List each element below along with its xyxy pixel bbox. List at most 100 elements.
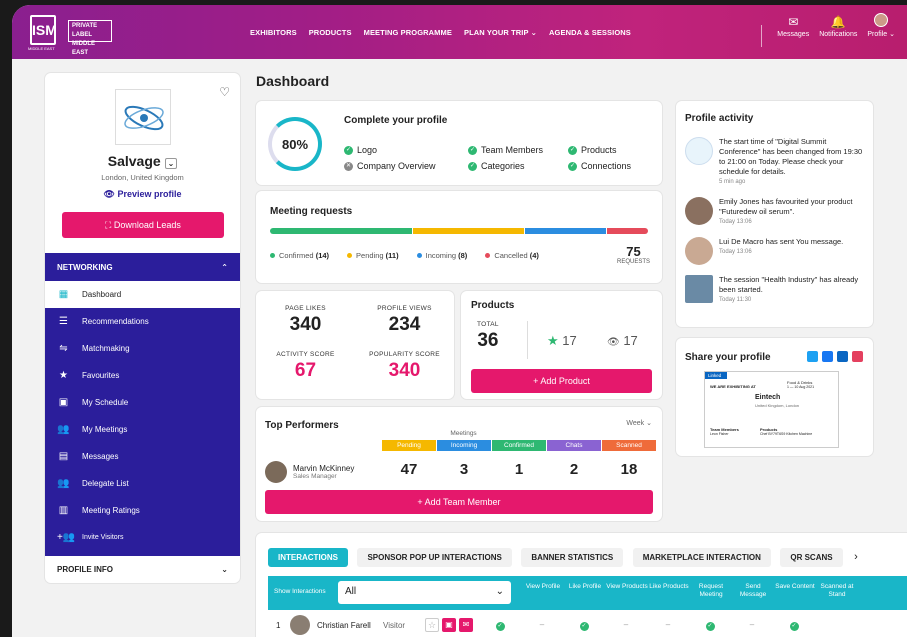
envelope-icon[interactable]: ✉ [459,618,473,632]
col-view-profile: View Profile [525,583,561,590]
interaction-filter-select[interactable]: All ⌄ [338,581,511,604]
table-row[interactable]: 1 Christian Farell Visitor ☆ ▣ ✉ ✓ – ✓ – – ✓ –… [268,610,907,637]
menu-delegate-list[interactable]: 👥 Delegate List [45,470,240,497]
share-preview-card: Linked WE ARE EXHIBITING AT Food & Drink… [704,371,839,448]
nav-agenda-sessions[interactable]: AGENDA & SESSIONS [549,28,631,37]
group-icon: 👥 [57,424,70,435]
scan-icon: ⛶ [105,220,112,230]
check-categories[interactable]: ✓ Categories [468,161,568,171]
tab-qr-scans[interactable]: QR SCANS [780,548,843,567]
star-icon[interactable]: ☆ [425,618,439,632]
interactions-panel: INTERACTIONS SPONSOR POP UP INTERACTIONS… [256,533,907,637]
bar-incoming [525,228,607,234]
preview-profile-link[interactable]: 👁 Preview profile [45,189,240,200]
activity-item[interactable]: Emily Jones has favourited your product … [685,197,867,227]
tab-sponsor-popup[interactable]: SPONSOR POP UP INTERACTIONS [357,548,512,567]
legend-incoming[interactable]: Incoming (8) [416,251,467,260]
check-connections[interactable]: ✓ Connections [568,161,658,171]
chevron-down-icon: ⌄ [495,586,504,597]
activity-item[interactable]: The session "Health Industry" has alread… [685,275,867,305]
legend-confirmed[interactable]: Confirmed (14) [270,251,329,260]
people-icon: 👥 [57,478,70,489]
complete-profile-card: 80% Complete your profile ✓ Logo ✓ Team Me… [256,101,662,185]
interaction-cell: ✓ [689,620,731,631]
interaction-cell: – [623,619,629,629]
app-window: ISM MIDDLE EAST PRIVATE LABEL MIDDLE EAS… [12,5,907,637]
activity-item[interactable]: The start time of "Digital Summit Confer… [685,137,867,187]
product-views: 👁 17 [607,333,638,348]
avatar [685,237,713,265]
menu-matchmaking[interactable]: ⇋ Matchmaking [45,335,240,362]
profile-progress-ring: 80% [268,117,322,171]
list-icon: ☰ [59,316,68,327]
legend-pending[interactable]: Pending (11) [347,251,399,260]
col-incoming: Incoming [437,440,491,451]
tab-banner-statistics[interactable]: BANNER STATISTICS [521,548,624,567]
products-title: Products [471,300,515,311]
menu-messages[interactable]: ▤ Messages [45,443,240,470]
ism-logo[interactable]: ISM [30,15,57,45]
instagram-icon[interactable] [852,351,863,362]
chevron-down-icon: ⌄ [530,27,538,37]
menu-favourites[interactable]: ★ Favourites [45,362,240,389]
activity-item[interactable]: Lui De Macro has sent You message. Today … [685,237,867,265]
avatar [874,13,889,27]
legend-cancelled[interactable]: Cancelled (4) [485,251,539,260]
merge-icon: ⇋ [59,343,68,354]
check-team-members[interactable]: ✓ Team Members [468,145,568,155]
menu-invite-visitors[interactable]: +👥 Invite Visitors [45,524,240,551]
tab-marketplace[interactable]: MARKETPLACE INTERACTION [632,548,771,567]
value-pending: 47 [400,461,418,478]
add-team-member-button[interactable]: + Add Team Member [265,490,653,514]
dashboard-icon: ▦ [58,289,69,300]
twitter-icon[interactable] [807,351,818,362]
left-sidebar: ♡ Salvage ⌄ London, United Kingdom 👁 Pre… [45,73,240,583]
menu-my-schedule[interactable]: ▣ My Schedule [45,389,240,416]
profile-activity-card: Profile activity The start time of "Digi… [676,101,873,327]
add-product-button[interactable]: + Add Product [471,369,652,393]
networking-header[interactable]: NETWORKING ⌃ [45,253,240,281]
chevron-down-icon[interactable]: ⌄ [164,158,178,169]
interaction-cell: ✓ [773,620,815,631]
star-icon: ★ [59,370,68,381]
profile-menu-button[interactable]: Profile ⌄ [867,13,895,38]
heart-icon[interactable]: ♡ [219,85,230,99]
messages-button[interactable]: ✉ Messages [777,16,809,38]
profile-info-section[interactable]: PROFILE INFO ⌄ [57,565,228,574]
tab-interactions[interactable]: INTERACTIONS [268,548,348,567]
nav-plan-your-trip[interactable]: PLAN YOUR TRIP ⌄ [464,28,537,37]
check-products[interactable]: ✓ Products [568,145,658,155]
value-chats: 2 [569,461,579,478]
check-logo[interactable]: ✓ Logo [344,145,468,155]
period-select[interactable]: Week ⌄ [626,419,652,427]
nav-exhibitors[interactable]: EXHIBITORS [250,28,297,37]
complete-profile-title: Complete your profile [344,115,448,126]
company-name: Salvage ⌄ [45,153,240,169]
menu-dashboard[interactable]: ▦ Dashboard [45,281,240,308]
calendar-icon[interactable]: ▣ [442,618,456,632]
divider [761,25,762,47]
menu-recommendations[interactable]: ☰ Recommendations [45,308,240,335]
chevron-right-icon[interactable]: › [854,551,858,563]
chevron-up-icon: ⌃ [221,262,228,272]
notifications-button[interactable]: 🔔 Notifications [819,16,857,38]
product-stars: ★ 17 [547,333,577,348]
private-label-logo[interactable]: PRIVATE LABEL MIDDLE EAST [68,20,112,56]
col-scanned: Scanned [602,440,656,451]
value-confirmed: 1 [514,461,524,478]
performer-row[interactable]: Marvin McKinney Sales Manager [265,461,354,483]
activity-list: The start time of "Digital Summit Confer… [685,137,867,315]
bar-confirmed [270,228,412,234]
nav-products[interactable]: PRODUCTS [309,28,352,37]
check-company-overview[interactable]: ✕ Company Overview [344,161,468,171]
value-scanned: 18 [620,461,638,478]
menu-my-meetings[interactable]: 👥 My Meetings [45,416,240,443]
download-leads-button[interactable]: ⛶ Download Leads [62,212,224,238]
facebook-icon[interactable] [822,351,833,362]
linkedin-icon[interactable] [837,351,848,362]
nav-meeting-programme[interactable]: MEETING PROGRAMME [364,28,452,37]
avatar [685,197,713,225]
menu-meeting-ratings[interactable]: ▥ Meeting Ratings [45,497,240,524]
col-chats: Chats [547,440,601,451]
check-circle-icon: ✓ [579,621,589,631]
